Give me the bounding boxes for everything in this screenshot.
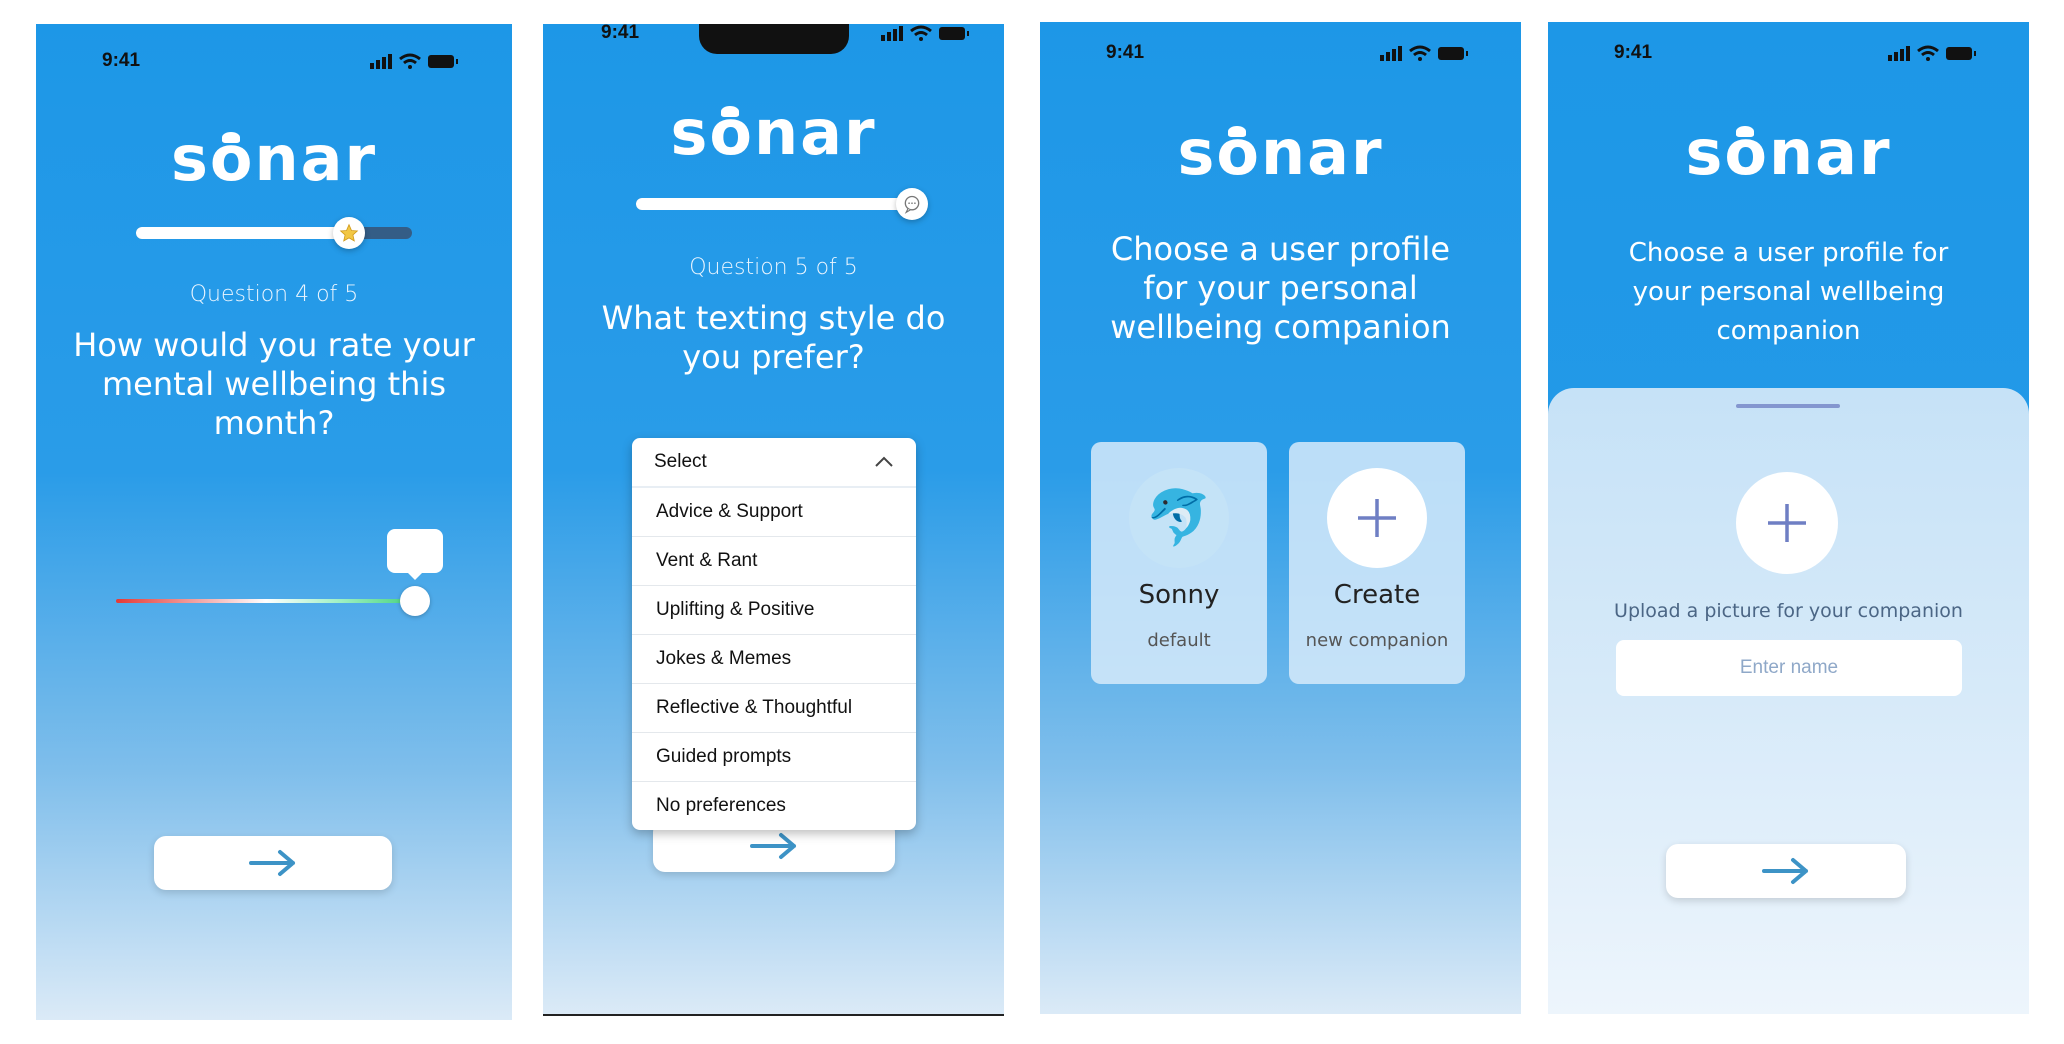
- option-advice-support[interactable]: Advice & Support: [632, 488, 916, 537]
- profile-name: Sonny: [1138, 580, 1220, 610]
- progress-fill: [136, 227, 349, 239]
- emoji-bubble-pointer: [406, 571, 424, 580]
- status-icons: [881, 25, 969, 41]
- profile-card-sonny[interactable]: 🐬 Sonny default: [1091, 442, 1267, 684]
- profile-heading: Choose a user profile for your personal …: [1628, 238, 1949, 346]
- laughing-emoji-icon: 😆: [402, 537, 428, 565]
- chat-bubble-icon: [896, 188, 928, 220]
- arrow-right-icon: [750, 833, 796, 859]
- sheet-grabber[interactable]: [1736, 404, 1840, 408]
- arrow-right-icon: [249, 850, 295, 876]
- plus-icon: [1327, 468, 1427, 568]
- sonar-logo: sonar: [1177, 116, 1384, 189]
- status-time: 9:41: [1614, 42, 1653, 63]
- dropdown-select[interactable]: Select: [632, 438, 916, 488]
- chevron-up-icon: [875, 456, 893, 467]
- emoji-bubble: 😆: [387, 529, 443, 573]
- option-guided-prompts[interactable]: Guided prompts: [632, 733, 916, 782]
- question-number: Question 4 of 5: [189, 282, 359, 307]
- option-uplifting-positive[interactable]: Uplifting & Positive: [632, 586, 916, 635]
- sonar-logo: sonar: [170, 122, 378, 195]
- companion-name-input[interactable]: [1616, 640, 1962, 696]
- dolphin-icon: 🐬: [1129, 468, 1229, 568]
- option-no-preferences[interactable]: No preferences: [632, 782, 916, 830]
- status-icons: [370, 53, 458, 69]
- option-jokes-memes[interactable]: Jokes & Memes: [632, 635, 916, 684]
- question-title: How would you rate your mental wellbeing…: [73, 326, 475, 442]
- texting-style-dropdown[interactable]: Select Advice & Support Vent & Rant Upli…: [632, 438, 916, 830]
- upload-picture-button[interactable]: [1736, 472, 1838, 574]
- screen-question-5: 9:41 sonar Question 5 of 5 What texting …: [543, 24, 1004, 1016]
- status-icons: [1380, 45, 1468, 61]
- progress-fill: [636, 198, 912, 210]
- question-title: What texting style do you prefer?: [601, 299, 946, 376]
- profile-name: Create: [1333, 580, 1421, 610]
- profile-subtitle: new companion: [1305, 630, 1449, 651]
- sonar-logo: sonar: [670, 96, 877, 169]
- profile-heading: Choose a user profile for your personal …: [1110, 230, 1451, 346]
- option-reflective-thoughtful[interactable]: Reflective & Thoughtful: [632, 684, 916, 733]
- option-vent-rant[interactable]: Vent & Rant: [632, 537, 916, 586]
- screen-question-4: 9:41 sonar Question 4 of 5 How would you…: [36, 24, 512, 1020]
- screen-create-companion: 9:41 sonar Choose a user profile for you…: [1548, 22, 2029, 1014]
- mood-slider-track: [116, 599, 416, 603]
- status-time: 9:41: [102, 50, 141, 71]
- screen-choose-profile: 9:41 sonar Choose a user profile for you…: [1040, 22, 1521, 1014]
- mood-slider-thumb[interactable]: [400, 586, 430, 616]
- status-time: 9:41: [601, 24, 640, 43]
- profile-subtitle: default: [1147, 630, 1211, 651]
- question-number: Question 5 of 5: [689, 255, 858, 280]
- dropdown-value: Select: [654, 451, 707, 472]
- plus-icon: [1768, 504, 1806, 542]
- next-button[interactable]: [154, 836, 392, 890]
- upload-label: Upload a picture for your companion: [1614, 600, 1963, 622]
- next-button[interactable]: [1666, 844, 1906, 898]
- bottom-sheet: Upload a picture for your companion: [1548, 388, 2029, 1014]
- arrow-right-icon: [1762, 858, 1808, 884]
- profile-card-create[interactable]: Create new companion: [1289, 442, 1465, 684]
- status-icons: [1888, 45, 1976, 61]
- star-icon: [332, 217, 365, 249]
- dynamic-island: [699, 24, 849, 54]
- sonar-logo: sonar: [1685, 116, 1892, 189]
- status-time: 9:41: [1106, 42, 1145, 63]
